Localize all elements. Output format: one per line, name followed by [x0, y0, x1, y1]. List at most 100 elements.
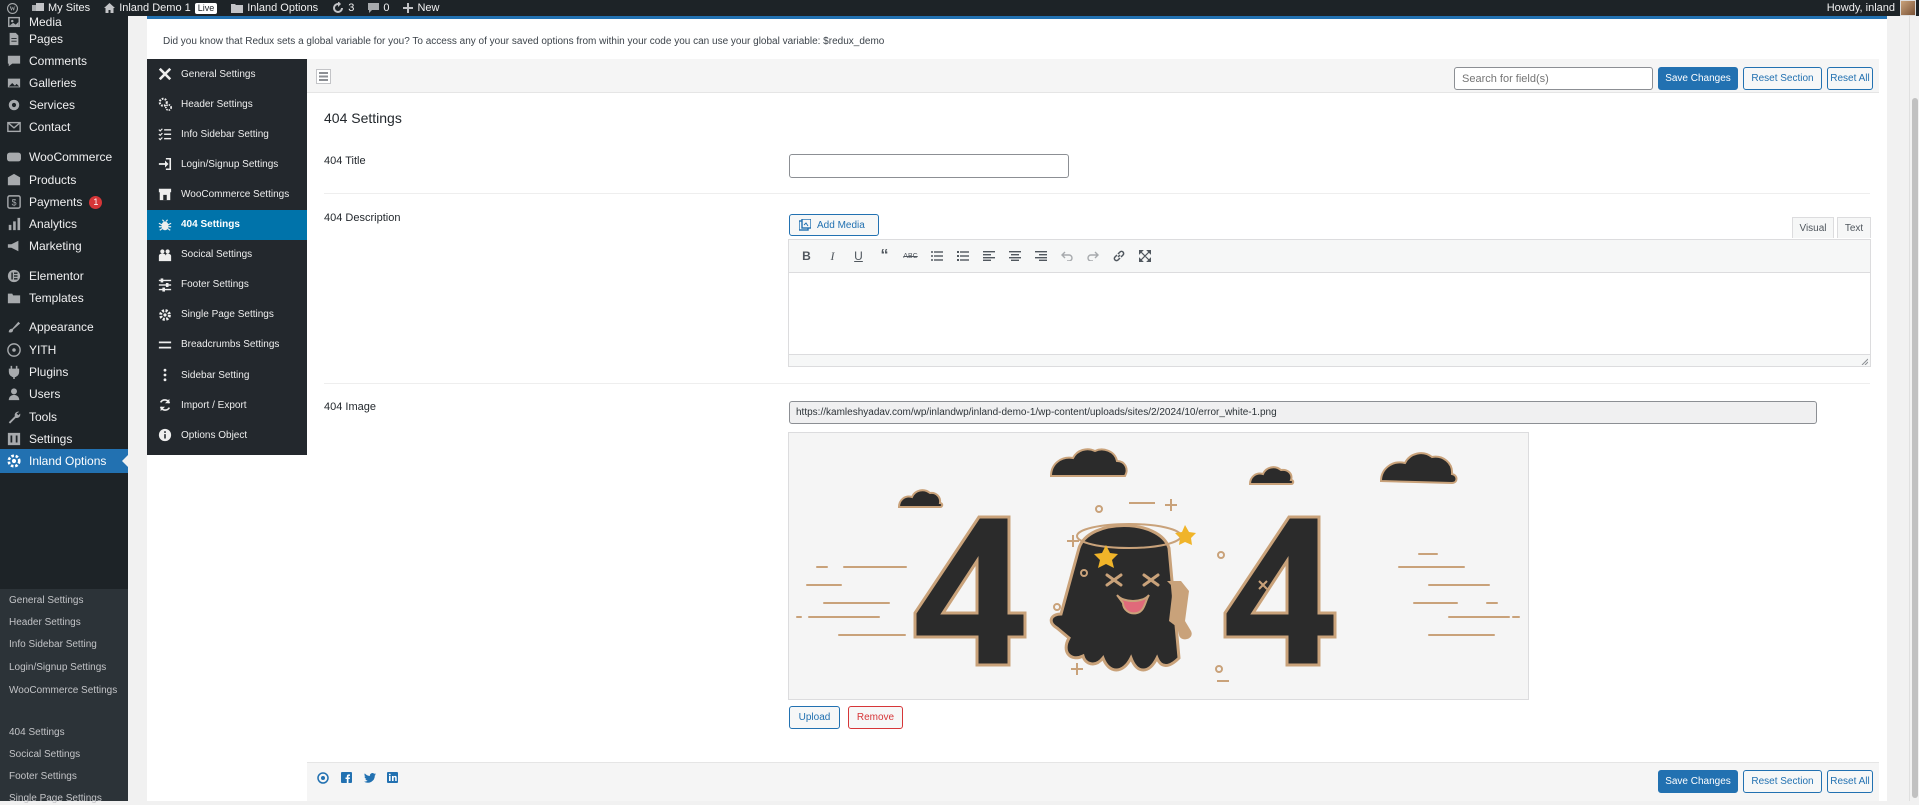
options-nav-label: Import / Export: [181, 399, 247, 411]
admin-menu-item-templates[interactable]: Templates: [0, 286, 128, 310]
fullscreen-icon[interactable]: [1133, 245, 1156, 268]
options-nav-item-sidebar-setting[interactable]: Sidebar Setting: [147, 360, 307, 390]
submenu-item-footer-settings[interactable]: Footer Settings: [9, 771, 124, 783]
numbered-list-icon[interactable]: [951, 245, 974, 268]
underline-icon[interactable]: U: [847, 245, 870, 268]
my-sites-link[interactable]: My Sites: [25, 0, 97, 16]
image-url-field[interactable]: https://kamleshyadav.com/wp/inlandwp/inl…: [789, 401, 1817, 424]
tab-text[interactable]: Text: [1837, 217, 1871, 238]
submenu-item-info-sidebar-setting[interactable]: Info Sidebar Setting: [9, 639, 124, 651]
admin-menu-item-contact[interactable]: Contact: [0, 115, 128, 139]
avatar[interactable]: [1900, 0, 1916, 16]
align-left-icon[interactable]: [977, 245, 1000, 268]
options-nav-item-footer-settings[interactable]: Footer Settings: [147, 270, 307, 300]
bold-icon[interactable]: B: [795, 245, 818, 268]
admin-menu-item-marketing[interactable]: Marketing: [0, 234, 128, 258]
twitter-icon[interactable]: [363, 771, 376, 784]
inland-options-link[interactable]: Inland Options: [224, 0, 325, 16]
italic-icon[interactable]: I: [821, 245, 844, 268]
blockquote-icon[interactable]: “: [873, 245, 896, 268]
save-changes-button[interactable]: Save Changes: [1658, 67, 1738, 90]
options-nav-item-options-object[interactable]: Options Object: [147, 420, 307, 450]
admin-menu-item-comments[interactable]: Comments: [0, 49, 128, 73]
admin-menu-item-appearance[interactable]: Appearance: [0, 315, 128, 339]
options-nav-item-login-signup-settings[interactable]: Login/Signup Settings: [147, 149, 307, 179]
admin-menu-item-woocommerce[interactable]: WooCommerce: [0, 145, 128, 169]
admin-menu-item-galleries[interactable]: Galleries: [0, 71, 128, 95]
options-nav-label: Footer Settings: [181, 279, 249, 291]
my-sites-label: My Sites: [48, 2, 91, 14]
remove-button[interactable]: Remove: [848, 706, 903, 729]
options-nav-item-woocommerce-settings[interactable]: WooCommerce Settings: [147, 179, 307, 209]
submenu-item-header-settings[interactable]: Header Settings: [9, 617, 124, 629]
add-media-button[interactable]: Add Media: [789, 214, 879, 236]
admin-menu-item-yith[interactable]: YITH: [0, 338, 128, 362]
options-nav-item-general-settings[interactable]: General Settings: [147, 59, 307, 89]
tab-visual[interactable]: Visual: [1792, 217, 1834, 238]
align-center-icon[interactable]: [1003, 245, 1026, 268]
admin-menu-item-services[interactable]: Services: [0, 93, 128, 117]
field-search-input[interactable]: [1454, 67, 1653, 90]
admin-menu-item-users[interactable]: Users: [0, 382, 128, 406]
upload-button[interactable]: Upload: [789, 706, 840, 729]
resize-handle-icon[interactable]: [1860, 357, 1868, 365]
reset-section-button[interactable]: Reset Section: [1743, 770, 1822, 793]
expand-toggle[interactable]: [316, 69, 331, 84]
admin-menu-item-inland-options[interactable]: Inland Options: [0, 449, 128, 473]
users-icon: [6, 386, 22, 402]
updates-link[interactable]: 3: [325, 0, 361, 16]
image-field-label: 404 Image: [324, 401, 376, 413]
scrollbar-thumb[interactable]: [1912, 98, 1918, 798]
options-nav-item-info-sidebar-setting[interactable]: Info Sidebar Setting: [147, 119, 307, 149]
title-field-input[interactable]: [789, 154, 1069, 178]
pages-icon: [6, 31, 22, 47]
strikethrough-icon[interactable]: ABC: [899, 245, 922, 268]
submenu-item-404-settings[interactable]: 404 Settings: [9, 727, 124, 739]
new-content-link[interactable]: New: [396, 0, 446, 16]
admin-menu-item-settings[interactable]: Settings: [0, 427, 128, 451]
options-nav-item-404-settings[interactable]: 404 Settings: [147, 209, 307, 240]
align-right-icon[interactable]: [1029, 245, 1052, 268]
options-nav-item-single-page-settings[interactable]: Single Page Settings: [147, 300, 307, 330]
admin-menu-item-plugins[interactable]: Plugins: [0, 360, 128, 384]
site-name-link[interactable]: Inland Demo 1 Live: [97, 0, 224, 16]
admin-menu-item-elementor[interactable]: Elementor: [0, 264, 128, 288]
admin-menu-item-pages[interactable]: Pages: [0, 27, 128, 51]
options-nav-item-import-export[interactable]: Import / Export: [147, 390, 307, 420]
save-changes-button[interactable]: Save Changes: [1658, 770, 1738, 793]
expand-icon: [319, 72, 328, 81]
howdy-label[interactable]: Howdy, inland: [1827, 2, 1895, 14]
gear-icon: [157, 307, 173, 323]
reset-all-button[interactable]: Reset All: [1827, 67, 1873, 90]
linkedin-icon[interactable]: [386, 771, 399, 784]
submenu-item-login-signup-settings[interactable]: Login/Signup Settings: [9, 662, 124, 674]
facebook-icon[interactable]: [340, 771, 353, 784]
wordpress-logo[interactable]: W: [0, 0, 25, 16]
submenu-item-single-page-settings[interactable]: Single Page Settings: [9, 793, 124, 805]
reset-section-button[interactable]: Reset Section: [1743, 67, 1822, 90]
reset-all-button[interactable]: Reset All: [1827, 770, 1873, 793]
options-nav-item-breadcrumbs-settings[interactable]: Breadcrumbs Settings: [147, 330, 307, 360]
admin-menu-item-tools[interactable]: Tools: [0, 405, 128, 429]
description-editor[interactable]: B I U “ ABC: [788, 239, 1871, 367]
options-nav-item-header-settings[interactable]: Header Settings: [147, 89, 307, 119]
undo-icon[interactable]: [1055, 245, 1078, 268]
redux-icon[interactable]: [316, 771, 329, 784]
comments-link[interactable]: 0: [361, 0, 396, 16]
page-scrollbar[interactable]: [1909, 16, 1919, 801]
submenu-item-socical-settings[interactable]: Socical Settings: [9, 749, 124, 761]
redo-icon[interactable]: [1081, 245, 1104, 268]
submenu-item-general-settings[interactable]: General Settings: [9, 595, 124, 607]
error-404-illustration: [796, 448, 1520, 682]
bullet-list-icon[interactable]: [925, 245, 948, 268]
submenu-item-woocommerce-settings[interactable]: WooCommerce Settings: [9, 685, 124, 697]
admin-menu-label: Payments: [29, 195, 83, 209]
link-icon[interactable]: [1107, 245, 1130, 268]
admin-menu-item-payments[interactable]: $ Payments 1: [0, 190, 128, 214]
admin-menu-item-products[interactable]: Products: [0, 168, 128, 192]
admin-menu-label: Tools: [29, 410, 58, 424]
comments-count: 0: [383, 2, 390, 14]
admin-menu-item-analytics[interactable]: Analytics: [0, 212, 128, 236]
options-nav-item-socical-settings[interactable]: Socical Settings: [147, 240, 307, 270]
sliders-icon: [157, 277, 173, 293]
